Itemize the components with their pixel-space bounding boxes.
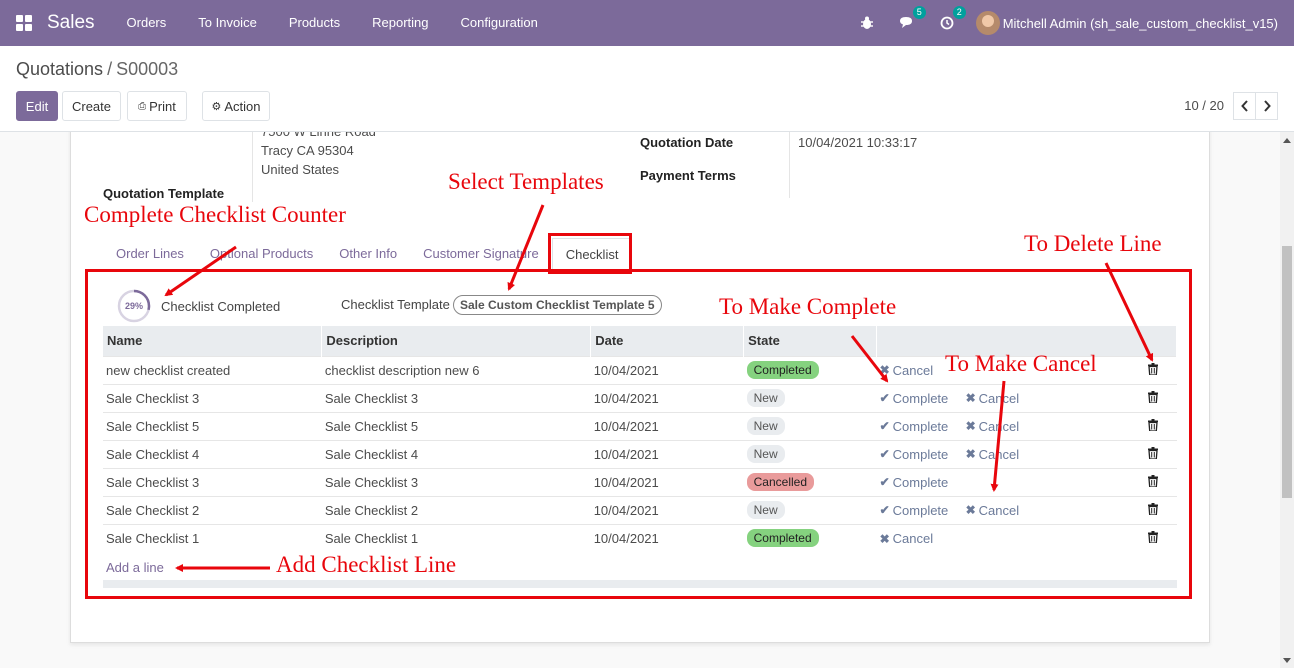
- print-button[interactable]: ⎙ Print: [127, 91, 187, 121]
- annotation-complete-counter: Complete Checklist Counter: [84, 202, 346, 227]
- action-button[interactable]: ⚙ Action: [202, 91, 270, 121]
- gear-icon: ⚙: [211, 100, 222, 113]
- annotation-select-templates: Select Templates: [448, 169, 604, 194]
- user-menu[interactable]: Mitchell Admin (sh_sale_custom_checklist…: [1003, 16, 1278, 31]
- field-separator: [789, 132, 790, 198]
- quotation-date-label: Quotation Date: [640, 135, 734, 150]
- tab-optional-products[interactable]: Optional Products: [197, 238, 326, 270]
- user-avatar[interactable]: [975, 11, 1000, 35]
- payment-terms-label: Payment Terms: [640, 168, 736, 183]
- menu-configuration[interactable]: Configuration: [445, 0, 554, 46]
- bug-icon[interactable]: [856, 12, 878, 34]
- chat-badge: 5: [912, 6, 926, 19]
- address-line-2: Tracy CA 95304: [261, 143, 354, 158]
- print-icon: ⎙: [138, 100, 147, 112]
- address-line-3: United States: [261, 162, 340, 177]
- activity-clock-icon[interactable]: 2: [936, 6, 966, 34]
- control-panel: Quotations / S00003 Edit Create ⎙ Print ⚙ Ac…: [0, 46, 1294, 132]
- breadcrumb: Quotations / S00003: [16, 59, 178, 80]
- menu-reporting[interactable]: Reporting: [356, 0, 444, 46]
- pager-value[interactable]: 10 / 20: [1184, 98, 1224, 113]
- quotation-date-value[interactable]: 10/04/2021 10:33:17: [798, 135, 917, 150]
- menu-to-invoice[interactable]: To Invoice: [182, 0, 273, 46]
- annotation-add-line: Add Checklist Line: [276, 552, 457, 577]
- scroll-thumb[interactable]: [1282, 246, 1292, 498]
- apps-menu-icon[interactable]: [16, 15, 32, 31]
- create-button[interactable]: Create: [62, 91, 121, 121]
- field-separator: [252, 132, 253, 202]
- annotation-box-checklist-panel: [85, 269, 1192, 599]
- activity-badge: 2: [952, 6, 966, 19]
- chevron-right-icon: [1263, 100, 1271, 112]
- page-scrollbar[interactable]: [1280, 132, 1294, 668]
- menu-products[interactable]: Products: [273, 0, 356, 46]
- chat-icon[interactable]: 5: [896, 6, 926, 34]
- annotation-make-complete: To Make Complete: [719, 294, 897, 319]
- breadcrumb-current: S00003: [116, 59, 179, 79]
- breadcrumb-quotations[interactable]: Quotations: [16, 59, 103, 79]
- tab-other-info[interactable]: Other Info: [326, 238, 410, 270]
- action-label: Action: [224, 98, 261, 114]
- annotation-delete-line: To Delete Line: [1024, 231, 1162, 256]
- edit-button[interactable]: Edit: [16, 91, 58, 121]
- print-label: Print: [149, 98, 176, 114]
- app-brand[interactable]: Sales: [47, 12, 95, 34]
- annotation-box-checklist-tab: [548, 233, 632, 274]
- annotation-make-cancel: To Make Cancel: [945, 351, 1097, 376]
- menu-orders[interactable]: Orders: [111, 0, 183, 46]
- scroll-down-arrow-icon[interactable]: [1283, 658, 1291, 663]
- breadcrumb-separator: /: [107, 59, 113, 79]
- tab-order-lines[interactable]: Order Lines: [103, 238, 197, 270]
- pager-previous-button[interactable]: [1233, 92, 1256, 120]
- chevron-left-icon: [1240, 100, 1248, 112]
- top-navbar: Sales Orders To Invoice Products Reporti…: [0, 0, 1294, 46]
- tab-customer-signature[interactable]: Customer Signature: [410, 238, 552, 270]
- scroll-up-arrow-icon[interactable]: [1283, 138, 1291, 143]
- quotation-template-label: Quotation Template: [103, 186, 225, 201]
- pager-next-button[interactable]: [1255, 92, 1278, 120]
